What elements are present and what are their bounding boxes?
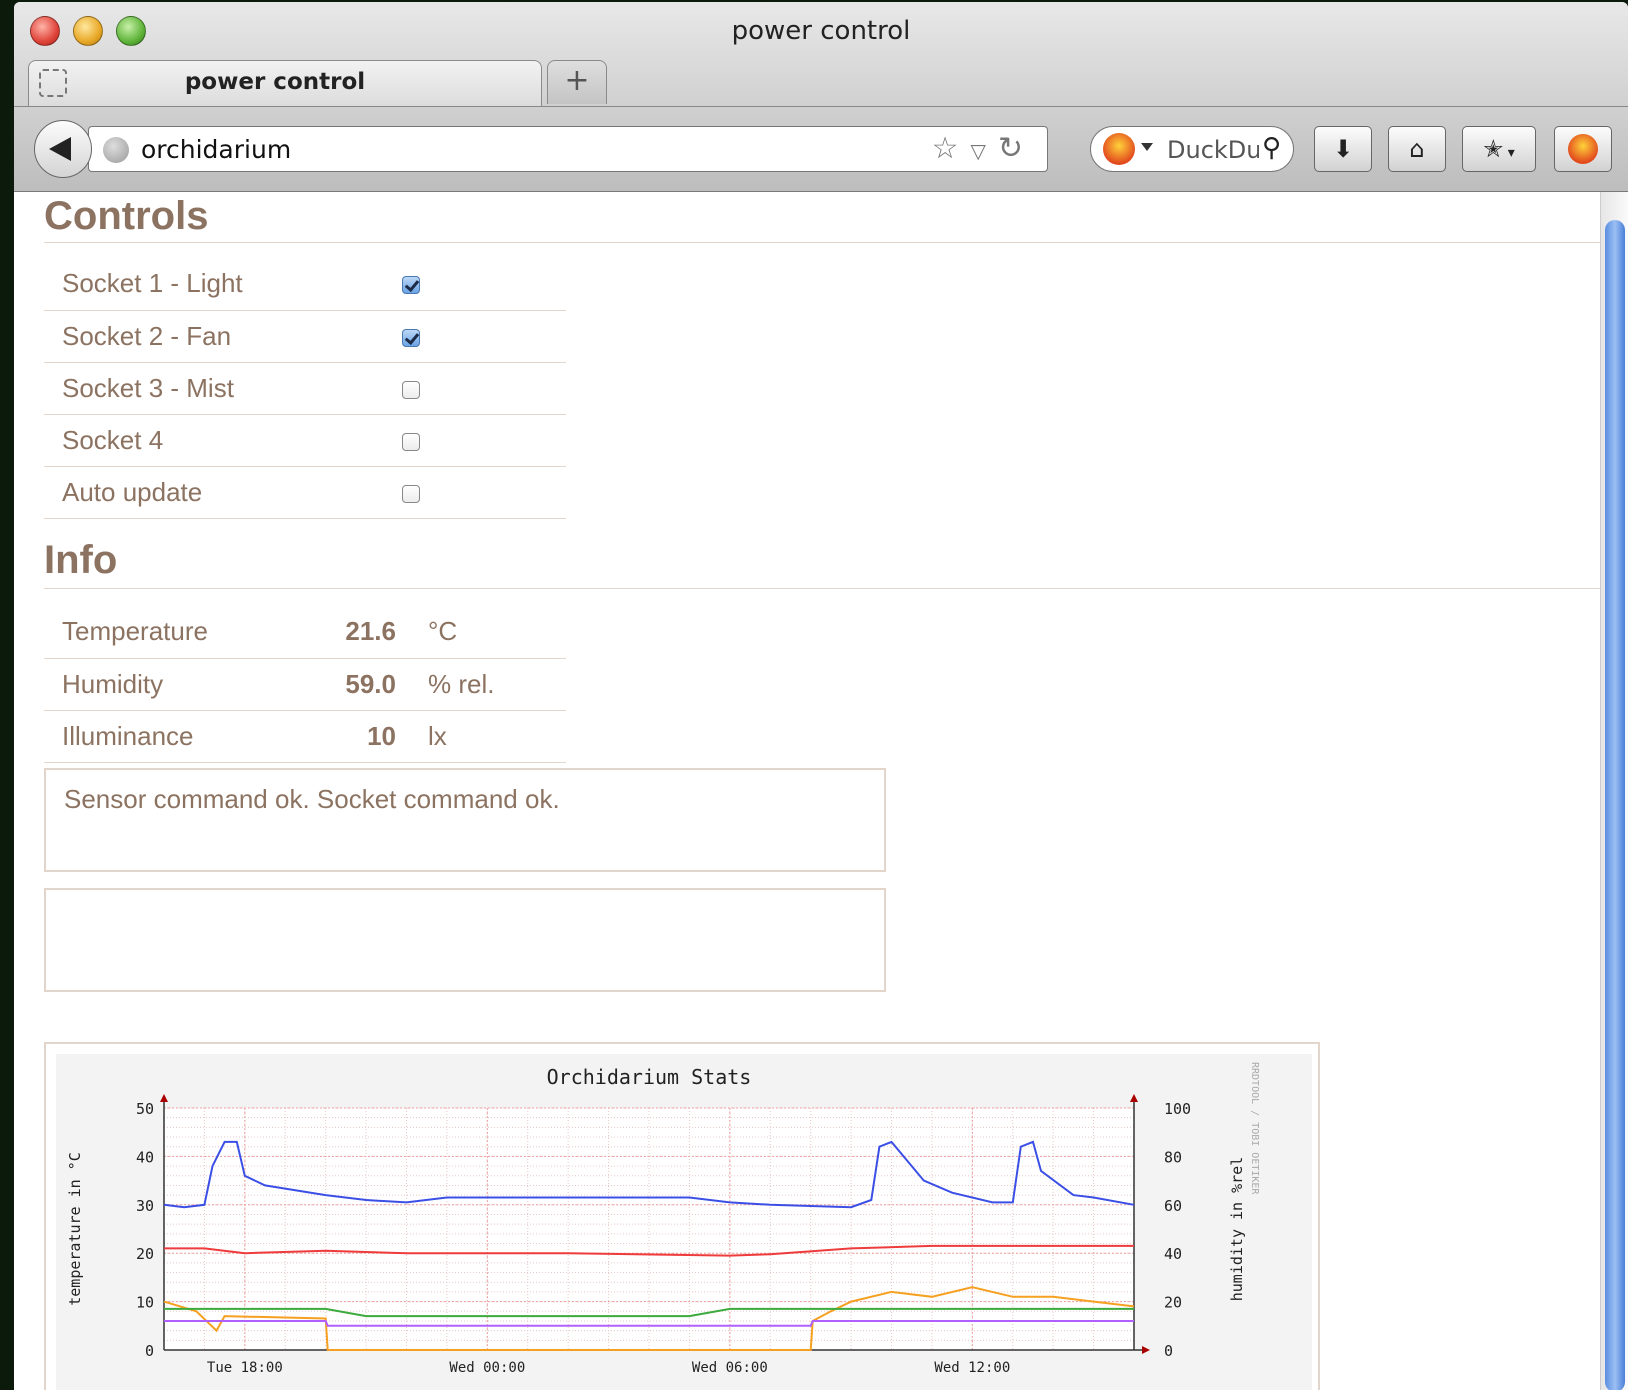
y-left-tick-label: 10 [136,1294,154,1312]
bookmark-star-icon[interactable]: ☆ [932,131,971,166]
controls-divider [44,242,1600,243]
downloads-button[interactable]: ⬇ [1314,126,1372,172]
y-right-tick-label: 60 [1164,1197,1182,1215]
reload-icon[interactable]: ↻ [998,131,1035,166]
x-tick-label: Wed 12:00 [934,1360,1010,1376]
status-message-box: Sensor command ok. Socket command ok. [44,768,886,872]
orchidarium-stats-chart: Orchidarium Stats 0 10 20 30 40 50 0 20 40 60 80 100… [56,1054,1312,1390]
search-box[interactable]: DuckDuckGo ⚲ [1090,126,1294,172]
download-arrow-icon: ⬇ [1332,135,1354,163]
info-unit: % rel. [414,658,566,711]
duckduckgo-logo-icon [1568,134,1598,164]
search-engine-dropdown-icon[interactable] [1141,143,1153,151]
controls-heading: Controls [44,194,209,238]
info-heading: Info [44,538,118,582]
info-value: 10 [284,710,414,763]
duckduckgo-button[interactable] [1554,126,1612,172]
auto-update-checkbox[interactable] [402,484,420,503]
x-tick-label: Tue 18:00 [207,1360,283,1376]
y-right-axis-label: humidity in %rel [1228,1157,1246,1302]
x-tick-label: Wed 06:00 [692,1360,768,1376]
control-label: Socket 3 - Mist [44,362,384,415]
address-bar[interactable]: orchidarium ☆▽↻ [88,126,1048,172]
info-row-temperature: Temperature 21.6 °C [44,606,566,659]
chart-title: Orchidarium Stats [547,1065,752,1089]
scrollbar-thumb[interactable] [1605,220,1625,1390]
home-button[interactable]: ⌂ [1388,126,1446,172]
info-table: Temperature 21.6 °C Humidity 59.0 % rel.… [44,606,566,763]
socket-1-checkbox[interactable] [402,276,420,295]
y-right-tick-label: 0 [1164,1342,1173,1360]
tab-title: power control [184,69,366,95]
rrdtool-watermark: RRDTOOL / TOBI OETIKER [1249,1062,1260,1195]
control-label: Socket 1 - Light [44,258,384,311]
y-right-tick-label: 80 [1164,1148,1182,1166]
y-left-axis-label: temperature in °C [66,1152,84,1306]
duckduckgo-icon [1103,133,1135,165]
controls-table: Socket 1 - Light Socket 2 - Fan Socket 3… [44,258,566,519]
info-unit: °C [414,606,566,659]
back-button[interactable] [34,120,92,178]
chevron-down-icon: ▾ [1503,145,1515,161]
info-unit: lx [414,710,566,763]
info-label: Illuminance [44,710,284,763]
globe-icon [103,137,129,163]
control-label: Socket 2 - Fan [44,310,384,363]
info-value: 21.6 [284,606,414,659]
x-tick-label: Wed 00:00 [449,1360,525,1376]
stats-chart-container: Orchidarium Stats 0 10 20 30 40 50 0 20 40 60 80 100… [44,1042,1320,1390]
bookmarks-star-icon: ✭ [1483,135,1504,163]
control-row-socket-3: Socket 3 - Mist [44,362,566,415]
bookmarks-button[interactable]: ✭ ▾ [1462,126,1536,172]
search-input[interactable]: DuckDuckGo [1167,136,1259,164]
search-icon[interactable]: ⚲ [1262,133,1281,163]
info-value: 59.0 [284,658,414,711]
new-tab-button[interactable]: + [547,60,607,104]
browser-window: power control power control + orchidariu… [14,2,1628,1390]
control-row-socket-1: Socket 1 - Light [44,258,566,311]
toolbar-divider [14,106,1628,107]
home-icon: ⌂ [1409,135,1425,163]
y-right-tick-label: 40 [1164,1245,1182,1263]
url-text[interactable]: orchidarium [141,135,291,164]
control-label: Auto update [44,466,384,519]
y-left-tick-label: 40 [136,1148,154,1166]
control-row-socket-2: Socket 2 - Fan [44,310,566,363]
info-row-humidity: Humidity 59.0 % rel. [44,658,566,711]
socket-2-checkbox[interactable] [402,328,420,347]
info-label: Temperature [44,606,284,659]
control-row-socket-4: Socket 4 [44,414,566,467]
history-dropdown-icon[interactable]: ▽ [970,139,997,163]
info-label: Humidity [44,658,284,711]
vertical-scrollbar[interactable] [1600,192,1628,1390]
y-left-tick-label: 20 [136,1245,154,1263]
title-bar: power control power control + orchidariu… [14,2,1628,192]
y-right-tick-label: 100 [1164,1100,1191,1118]
page-content: Controls Socket 1 - Light Socket 2 - Fan… [14,192,1600,1390]
info-divider [44,588,1600,589]
tab-power-control[interactable]: power control [28,60,542,106]
socket-4-checkbox[interactable] [402,432,420,451]
y-left-tick-label: 0 [145,1342,154,1360]
socket-3-checkbox[interactable] [402,380,420,399]
y-right-tick-label: 20 [1164,1294,1182,1312]
window-title: power control [731,16,911,46]
y-left-tick-label: 30 [136,1197,154,1215]
y-left-tick-label: 50 [136,1100,154,1118]
back-arrow-icon [49,137,71,161]
control-label: Socket 4 [44,414,384,467]
secondary-message-box [44,888,886,992]
control-row-auto-update: Auto update [44,466,566,519]
info-row-illuminance: Illuminance 10 lx [44,710,566,763]
